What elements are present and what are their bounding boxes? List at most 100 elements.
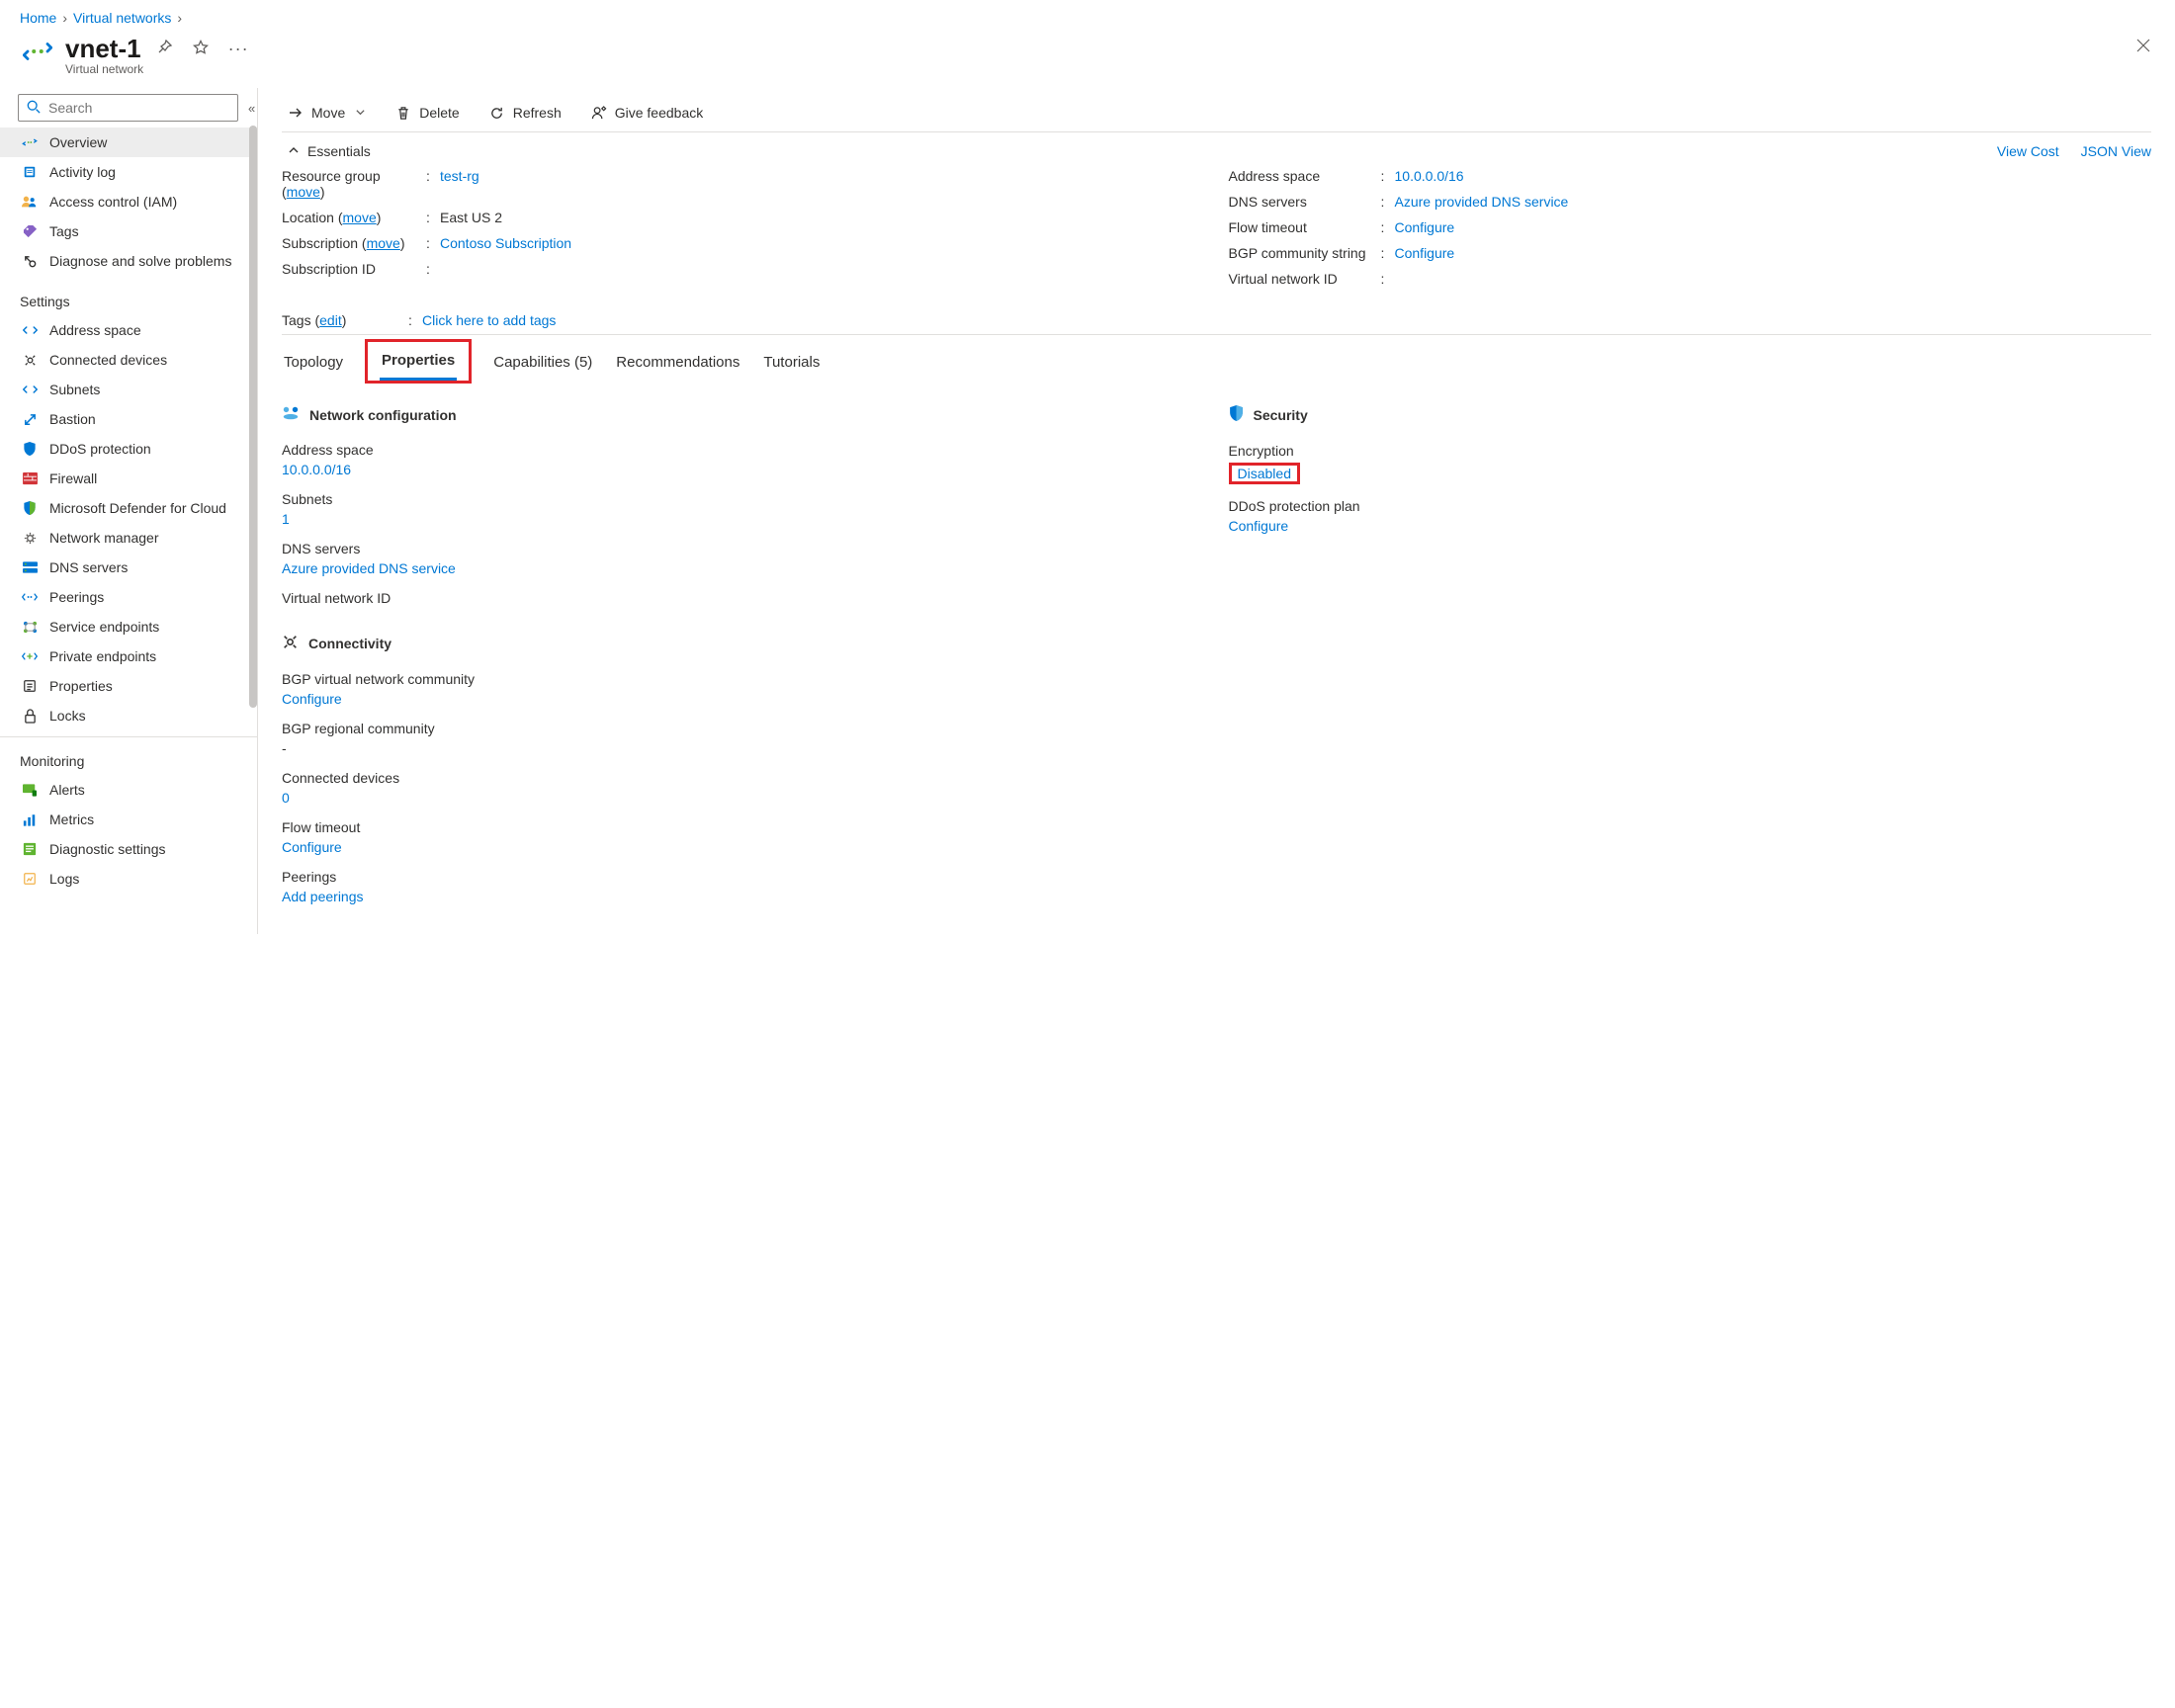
ft-value[interactable]: Configure: [282, 839, 342, 855]
peer-value[interactable]: Add peerings: [282, 889, 364, 904]
access-control-icon: [22, 194, 38, 210]
favorite-button[interactable]: [189, 36, 213, 62]
subnets-value[interactable]: 1: [282, 511, 290, 527]
highlighted-tab: Properties: [365, 339, 472, 384]
encryption-label: Encryption: [1229, 443, 2152, 459]
delete-button[interactable]: Delete: [390, 104, 465, 122]
peerings-icon: [22, 589, 38, 605]
ddos-value[interactable]: Configure: [1229, 518, 1289, 534]
nav-properties[interactable]: Properties: [0, 671, 257, 701]
nav-ddos[interactable]: DDoS protection: [0, 434, 257, 464]
nav-label: Subnets: [49, 382, 100, 397]
nav-access-control[interactable]: Access control (IAM): [0, 187, 257, 216]
ess-ft-value[interactable]: Configure: [1395, 219, 1455, 235]
button-label: Delete: [419, 105, 459, 121]
json-view-link[interactable]: JSON View: [2081, 143, 2151, 159]
nav-subnets[interactable]: Subnets: [0, 375, 257, 404]
nav-peerings[interactable]: Peerings: [0, 582, 257, 612]
nav-connected-devices[interactable]: Connected devices: [0, 345, 257, 375]
ess-as-value[interactable]: 10.0.0.0/16: [1395, 168, 1464, 184]
ess-dns-value[interactable]: Azure provided DNS service: [1395, 194, 1569, 210]
nav-label: Diagnostic settings: [49, 841, 166, 857]
nav-address-space[interactable]: Address space: [0, 315, 257, 345]
nav-locks[interactable]: Locks: [0, 701, 257, 730]
nav-metrics[interactable]: Metrics: [0, 805, 257, 834]
nav-dns-servers[interactable]: DNS servers: [0, 553, 257, 582]
tab-properties[interactable]: Properties: [380, 342, 457, 381]
nav-logs[interactable]: Logs: [0, 864, 257, 894]
nav-overview[interactable]: Overview: [0, 128, 257, 157]
more-button[interactable]: ···: [224, 35, 253, 63]
refresh-icon: [489, 105, 505, 121]
nav-label: Access control (IAM): [49, 194, 177, 210]
move-loc-link[interactable]: move: [343, 210, 377, 225]
tab-capabilities[interactable]: Capabilities (5): [491, 344, 594, 380]
ess-rg-value[interactable]: test-rg: [440, 168, 479, 184]
nav-defender[interactable]: Microsoft Defender for Cloud: [0, 493, 257, 523]
nav-alerts[interactable]: Alerts: [0, 775, 257, 805]
cd-label: Connected devices: [282, 770, 1205, 786]
nav-label: Overview: [49, 134, 107, 150]
move-icon: [288, 105, 304, 121]
chevron-right-icon: ›: [62, 10, 67, 26]
nav-firewall[interactable]: Firewall: [0, 464, 257, 493]
nav-bastion[interactable]: Bastion: [0, 404, 257, 434]
nav-activity-log[interactable]: Activity log: [0, 157, 257, 187]
nav-diagnose[interactable]: Diagnose and solve problems: [0, 246, 257, 276]
ess-as-label: Address space: [1229, 168, 1375, 184]
add-tags-link[interactable]: Click here to add tags: [422, 312, 556, 328]
essentials-toggle[interactable]: Essentials: [282, 142, 377, 160]
tab-topology[interactable]: Topology: [282, 344, 345, 380]
tab-strip: Topology Properties Capabilities (5) Rec…: [282, 339, 2151, 384]
ess-ft-label: Flow timeout: [1229, 219, 1375, 235]
nav-diagnostic-settings[interactable]: Diagnostic settings: [0, 834, 257, 864]
tab-tutorials[interactable]: Tutorials: [761, 344, 822, 380]
move-sub-link[interactable]: move: [367, 235, 400, 251]
feedback-button[interactable]: Give feedback: [585, 104, 710, 122]
nav-label: Properties: [49, 678, 113, 694]
ess-loc-value: East US 2: [440, 210, 1205, 225]
view-cost-link[interactable]: View Cost: [1997, 143, 2059, 159]
breadcrumb-virtual-networks[interactable]: Virtual networks: [73, 10, 171, 26]
ess-dns-label: DNS servers: [1229, 194, 1375, 210]
defender-icon: [22, 500, 38, 516]
bgpv-value[interactable]: Configure: [282, 691, 342, 707]
nav-tags[interactable]: Tags: [0, 216, 257, 246]
delete-icon: [395, 105, 411, 121]
refresh-button[interactable]: Refresh: [483, 104, 567, 122]
essentials-grid: Resource group (move):test-rg Location (…: [282, 168, 2151, 287]
shield-icon: [22, 441, 38, 457]
tab-recommendations[interactable]: Recommendations: [614, 344, 741, 380]
edit-tags-link[interactable]: edit: [319, 312, 342, 328]
nav-label: DDoS protection: [49, 441, 151, 457]
move-button[interactable]: Move: [282, 104, 372, 122]
move-rg-link[interactable]: move: [287, 184, 320, 200]
nav-network-manager[interactable]: Network manager: [0, 523, 257, 553]
subnets-label: Subnets: [282, 491, 1205, 507]
firewall-icon: [22, 470, 38, 486]
sidebar-scrollbar[interactable]: [249, 126, 257, 934]
as-value[interactable]: 10.0.0.0/16: [282, 462, 351, 477]
nav-private-endpoints[interactable]: Private endpoints: [0, 641, 257, 671]
cd-value[interactable]: 0: [282, 790, 290, 806]
breadcrumb-home[interactable]: Home: [20, 10, 56, 26]
dns-value[interactable]: Azure provided DNS service: [282, 560, 456, 576]
close-button[interactable]: [2132, 34, 2155, 60]
search-input[interactable]: [46, 99, 229, 117]
encryption-value[interactable]: Disabled: [1238, 466, 1291, 481]
ess-sub-value[interactable]: Contoso Subscription: [440, 235, 571, 251]
collapse-sidebar-button[interactable]: «: [244, 97, 259, 120]
as-label: Address space: [282, 442, 1205, 458]
service-endpoints-icon: [22, 619, 38, 635]
search-icon: [27, 100, 41, 117]
bgpv-label: BGP virtual network community: [282, 671, 1205, 687]
ess-subid-label: Subscription ID: [282, 261, 420, 277]
vnet-icon: [20, 34, 55, 69]
nav-service-endpoints[interactable]: Service endpoints: [0, 612, 257, 641]
ess-bgp-value[interactable]: Configure: [1395, 245, 1455, 261]
pin-button[interactable]: [153, 36, 177, 62]
essentials-label: Essentials: [307, 143, 371, 159]
search-box[interactable]: [18, 94, 238, 122]
nav-label: Activity log: [49, 164, 116, 180]
subnets-icon: [22, 382, 38, 397]
